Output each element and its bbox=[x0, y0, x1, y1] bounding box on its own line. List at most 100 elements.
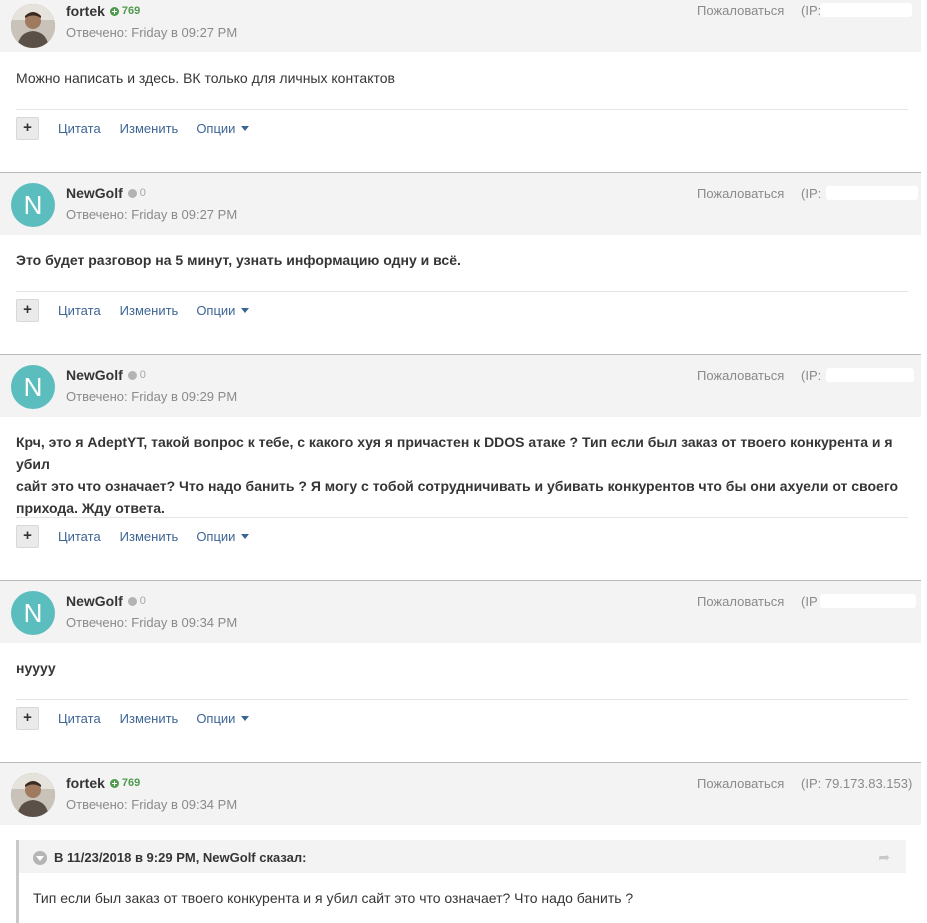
post: N NewGolf 0 Отвечено: Friday в 09:27 PM … bbox=[0, 172, 921, 353]
plus-button[interactable]: + bbox=[16, 117, 39, 140]
reputation-badge: 769 bbox=[109, 5, 140, 17]
post: N NewGolf 0 Отвечено: Friday в 09:29 PM … bbox=[0, 354, 921, 579]
post-header: N NewGolf 0 Отвечено: Friday в 09:29 PM … bbox=[0, 354, 921, 417]
post-body: Это будет разговор на 5 минут, узнать ин… bbox=[0, 235, 921, 353]
divider bbox=[16, 109, 908, 110]
quote-block: В 11/23/2018 в 9:29 PM, NewGolf сказал: … bbox=[16, 840, 906, 923]
caret-down-icon bbox=[241, 308, 250, 313]
post-toolbar: + Цитата Изменить Опции bbox=[16, 525, 250, 548]
ip-address: (IP: bbox=[801, 186, 822, 201]
report-link[interactable]: Пожаловаться bbox=[697, 3, 784, 18]
edit-button[interactable]: Изменить bbox=[120, 711, 179, 726]
author-name[interactable]: fortek 769 bbox=[66, 775, 140, 791]
post-body: нуууу + Цитата Изменить Опции bbox=[0, 643, 921, 761]
forum-thread: fortek 769 Отвечено: Friday в 09:27 PM П… bbox=[0, 0, 927, 923]
post: fortek 769 Отвечено: Friday в 09:34 PM П… bbox=[0, 762, 921, 825]
quote-text: Тип если был заказ от твоего конкурента … bbox=[33, 890, 634, 906]
author-name[interactable]: NewGolf 0 bbox=[66, 185, 146, 201]
avatar[interactable]: N bbox=[11, 183, 55, 227]
quote-button[interactable]: Цитата bbox=[58, 711, 101, 726]
post-toolbar: + Цитата Изменить Опции bbox=[16, 117, 250, 140]
edit-button[interactable]: Изменить bbox=[120, 529, 179, 544]
edit-button[interactable]: Изменить bbox=[120, 303, 179, 318]
author-link[interactable]: NewGolf bbox=[66, 593, 123, 609]
post-date: Отвечено: Friday в 09:34 PM bbox=[66, 615, 238, 630]
post-content: нуууу bbox=[16, 660, 56, 676]
divider bbox=[16, 291, 908, 292]
redaction-mask bbox=[820, 3, 912, 17]
post-content: Это будет разговор на 5 минут, узнать ин… bbox=[16, 252, 461, 268]
post-toolbar: + Цитата Изменить Опции bbox=[16, 299, 250, 322]
quote-header: В 11/23/2018 в 9:29 PM, NewGolf сказал: … bbox=[19, 840, 906, 873]
report-link[interactable]: Пожаловаться bbox=[697, 776, 784, 791]
caret-down-icon bbox=[241, 126, 250, 131]
plus-button[interactable]: + bbox=[16, 525, 39, 548]
quote-button[interactable]: Цитата bbox=[58, 529, 101, 544]
post-line: прихода. Жду ответа. bbox=[16, 500, 165, 516]
redaction-mask bbox=[826, 368, 914, 382]
divider bbox=[16, 517, 908, 518]
post-line: сайт это что означает? Что надо банить ?… bbox=[16, 478, 899, 494]
author-link[interactable]: fortek bbox=[66, 3, 105, 19]
options-menu[interactable]: Опции bbox=[196, 711, 250, 726]
post-line: Крч, это я AdeptYT, такой вопрос к тебе,… bbox=[16, 434, 893, 472]
quote-citation: В 11/23/2018 в 9:29 PM, NewGolf сказал: bbox=[54, 850, 307, 865]
post-header: N NewGolf 0 Отвечено: Friday в 09:27 PM … bbox=[0, 172, 921, 235]
caret-down-icon bbox=[241, 534, 250, 539]
post-toolbar: + Цитата Изменить Опции bbox=[16, 707, 250, 730]
post-body: Можно написать и здесь. ВК только для ли… bbox=[0, 52, 921, 170]
avatar[interactable] bbox=[11, 773, 55, 817]
avatar[interactable]: N bbox=[11, 365, 55, 409]
post-date: Отвечено: Friday в 09:27 PM bbox=[66, 207, 238, 222]
post-header: N NewGolf 0 Отвечено: Friday в 09:34 PM … bbox=[0, 580, 921, 643]
report-link[interactable]: Пожаловаться bbox=[697, 186, 784, 201]
post-body: Крч, это я AdeptYT, такой вопрос к тебе,… bbox=[0, 417, 921, 579]
post: N NewGolf 0 Отвечено: Friday в 09:34 PM … bbox=[0, 580, 921, 761]
quote-button[interactable]: Цитата bbox=[58, 303, 101, 318]
edit-button[interactable]: Изменить bbox=[120, 121, 179, 136]
ip-address: (IP bbox=[801, 594, 818, 609]
neutral-circle-icon bbox=[127, 188, 137, 198]
author-name[interactable]: fortek 769 bbox=[66, 3, 140, 19]
chevron-down-icon[interactable] bbox=[33, 851, 47, 865]
plus-circle-icon bbox=[109, 778, 119, 788]
post-header: fortek 769 Отвечено: Friday в 09:34 PM П… bbox=[0, 762, 921, 825]
reputation-badge: 0 bbox=[127, 187, 146, 199]
neutral-circle-icon bbox=[127, 370, 137, 380]
author-name[interactable]: NewGolf 0 bbox=[66, 367, 146, 383]
caret-down-icon bbox=[241, 716, 250, 721]
redaction-mask bbox=[826, 186, 918, 200]
options-menu[interactable]: Опции bbox=[196, 529, 250, 544]
author-link[interactable]: NewGolf bbox=[66, 185, 123, 201]
post-content: Крч, это я AdeptYT, такой вопрос к тебе,… bbox=[16, 431, 921, 519]
avatar[interactable]: N bbox=[11, 591, 55, 635]
report-link[interactable]: Пожаловаться bbox=[697, 594, 784, 609]
post: fortek 769 Отвечено: Friday в 09:27 PM П… bbox=[0, 0, 921, 170]
reputation-badge: 0 bbox=[127, 595, 146, 607]
redaction-mask bbox=[820, 594, 916, 608]
ip-address: (IP: bbox=[801, 368, 822, 383]
post-date: Отвечено: Friday в 09:27 PM bbox=[66, 25, 238, 40]
ip-address: (IP: 79.173.83.153) bbox=[801, 776, 913, 791]
author-link[interactable]: NewGolf bbox=[66, 367, 123, 383]
post-header: fortek 769 Отвечено: Friday в 09:27 PM П… bbox=[0, 0, 921, 52]
quote-button[interactable]: Цитата bbox=[58, 121, 101, 136]
author-link[interactable]: fortek bbox=[66, 775, 105, 791]
share-arrow-icon[interactable]: ➦ bbox=[878, 849, 890, 866]
post-content: Можно написать и здесь. ВК только для ли… bbox=[16, 70, 395, 86]
author-name[interactable]: NewGolf 0 bbox=[66, 593, 146, 609]
report-link[interactable]: Пожаловаться bbox=[697, 368, 784, 383]
options-menu[interactable]: Опции bbox=[196, 121, 250, 136]
post-date: Отвечено: Friday в 09:34 PM bbox=[66, 797, 238, 812]
divider bbox=[16, 699, 908, 700]
plus-circle-icon bbox=[109, 6, 119, 16]
neutral-circle-icon bbox=[127, 596, 137, 606]
reputation-badge: 769 bbox=[109, 777, 140, 789]
options-menu[interactable]: Опции bbox=[196, 303, 250, 318]
post-date: Отвечено: Friday в 09:29 PM bbox=[66, 389, 238, 404]
plus-button[interactable]: + bbox=[16, 707, 39, 730]
ip-address: (IP: bbox=[801, 3, 822, 18]
reputation-badge: 0 bbox=[127, 369, 146, 381]
avatar[interactable] bbox=[11, 4, 55, 48]
plus-button[interactable]: + bbox=[16, 299, 39, 322]
